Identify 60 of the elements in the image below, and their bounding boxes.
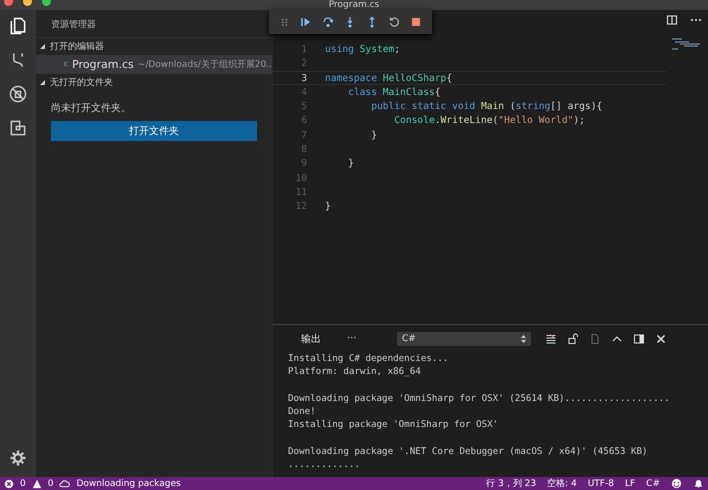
csharp-file-icon <box>64 59 68 69</box>
open-editor-item[interactable]: Program.cs ~/Downloads/关于组织开展20.. <box>36 55 272 73</box>
code-line: 2 <box>300 57 308 71</box>
unlock-icon[interactable] <box>567 332 579 344</box>
stop-icon[interactable] <box>410 16 422 28</box>
code-line: 3 namespace HelloCSharp{ <box>273 70 666 85</box>
files-icon[interactable] <box>8 16 28 36</box>
output-line: Installing package 'OmniSharp for OSX' <box>288 418 500 432</box>
code-line: 5 public static void Main (string[] args){ <box>300 100 604 114</box>
output-line: ............. <box>288 458 361 472</box>
code-line: 7 } <box>300 128 378 142</box>
code-line: 9 } <box>300 157 355 171</box>
section-header[interactable]: 无打开的文件夹 <box>36 73 272 91</box>
task-status[interactable]: Downloading packages <box>76 478 181 488</box>
sidebar-title: 资源管理器 <box>50 18 97 32</box>
code-line: 11 <box>294 186 308 200</box>
code-line: 8 <box>300 143 308 156</box>
output-line: Downloading package '.NET Core Debugger (macOS / x64)' (45653 KB) <box>288 445 649 458</box>
window-title: Program.cs <box>328 1 380 10</box>
close-icon[interactable] <box>655 332 667 344</box>
output-line: Installing C# dependencies... <box>288 352 450 366</box>
error-count[interactable]: 0 <box>20 478 26 488</box>
settings-icon[interactable] <box>9 449 27 467</box>
restart-icon[interactable] <box>388 16 400 28</box>
code-line: 4 class MainClass{ <box>300 86 442 100</box>
grip-icon[interactable] <box>279 16 290 28</box>
code-line: 6 Console.WriteLine("Hello World"); <box>300 114 586 128</box>
clear-output-icon[interactable] <box>545 332 557 344</box>
indentation[interactable]: 空格: 4 <box>547 477 577 490</box>
no-folder-message: 尚未打开文件夹。 <box>50 102 132 115</box>
smiley-icon[interactable] <box>671 478 682 489</box>
more-actions-button[interactable]: ··· <box>347 333 397 344</box>
cursor-position[interactable]: 行 3，列 23 <box>486 477 536 490</box>
expand-triangle-icon[interactable] <box>40 80 46 86</box>
code-line: 1 using System; <box>300 43 402 56</box>
cloud-icon[interactable] <box>59 478 70 489</box>
split-editor-icon[interactable] <box>666 14 678 26</box>
expand-triangle-icon[interactable] <box>40 44 46 50</box>
code-line: 10 <box>294 172 308 185</box>
warning-count[interactable]: 0 <box>48 478 54 488</box>
output-channel-select[interactable]: C# <box>397 332 531 346</box>
output-line: Downloading package 'OmniSharp for OSX' (25614 KB)................... <box>288 392 671 406</box>
language-mode[interactable]: C# <box>646 478 660 488</box>
code-line: 12 } <box>294 200 332 214</box>
output-line: Platform: darwin, x86_64 <box>288 365 422 379</box>
open-folder-button[interactable]: 打开文件夹 <box>51 121 257 141</box>
minimap-drawing <box>672 38 702 50</box>
step-over-icon[interactable] <box>322 16 334 28</box>
bell-icon[interactable] <box>693 478 704 489</box>
extensions-icon[interactable] <box>8 118 28 138</box>
updown-arrows-icon <box>521 334 526 342</box>
continue-icon[interactable] <box>300 16 312 28</box>
output-line: Done! <box>288 405 317 418</box>
toggle-panel-icon[interactable] <box>633 332 645 344</box>
panel-tab[interactable]: 输出 <box>301 332 347 346</box>
error-icon[interactable] <box>4 478 14 488</box>
open-file-icon[interactable] <box>589 332 601 344</box>
line-ending[interactable]: LF <box>624 478 636 488</box>
warning-icon[interactable] <box>32 478 42 488</box>
encoding[interactable]: UTF-8 <box>588 478 614 488</box>
